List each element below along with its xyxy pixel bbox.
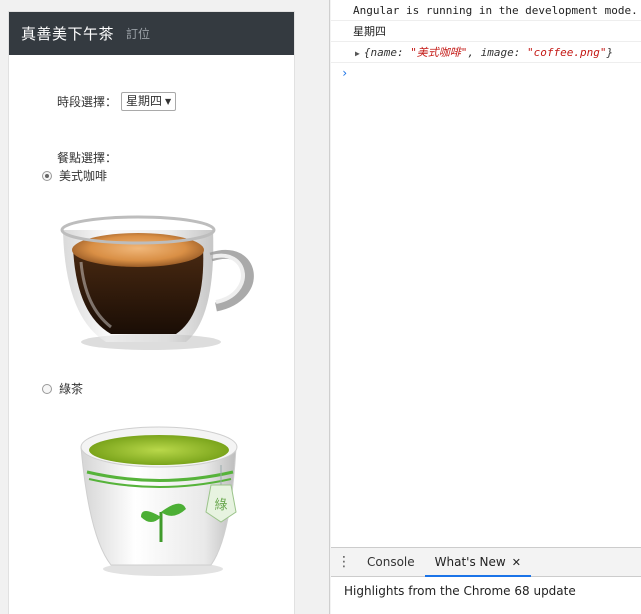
- drawer-highlights: Highlights from the Chrome 68 update: [331, 577, 641, 614]
- tab-console[interactable]: Console: [357, 548, 425, 577]
- time-slot-row: 時段選擇： 星期四 ▼: [57, 92, 177, 111]
- coffee-image: [51, 202, 256, 352]
- browser-viewport: 真善美下午茶 訂位 時段選擇： 星期四 ▼ 餐點選擇： 美式咖啡 綠茶 綠: [0, 0, 330, 614]
- green-tea-radio[interactable]: [42, 383, 52, 394]
- console-log-day: 星期四: [331, 21, 641, 42]
- tab-whats-new-label: What's New: [434, 554, 506, 569]
- devtools-drawer: ⋮ Console What's New ✕ Highlights from th…: [331, 547, 641, 614]
- svg-text:綠: 綠: [214, 498, 227, 513]
- green-tea-image: 綠: [71, 417, 256, 582]
- drawer-tab-bar: ⋮ Console What's New ✕: [331, 548, 641, 577]
- option-coffee[interactable]: 美式咖啡: [42, 167, 107, 184]
- green-tea-label: 綠茶: [59, 382, 84, 396]
- navbar: 真善美下午茶 訂位: [9, 12, 294, 55]
- nav-link-order[interactable]: 訂位: [126, 25, 150, 42]
- brand-title[interactable]: 真善美下午茶: [21, 23, 114, 44]
- console-prompt[interactable]: ›: [331, 63, 641, 83]
- option-green-tea[interactable]: 綠茶: [42, 380, 83, 397]
- coffee-label: 美式咖啡: [59, 169, 108, 183]
- time-slot-select[interactable]: 星期四 ▼: [121, 92, 177, 111]
- devtools-panel: Angular is running in the development mo…: [331, 0, 641, 614]
- console-log-angular: Angular is running in the development mo…: [331, 0, 641, 21]
- coffee-radio[interactable]: [42, 170, 52, 181]
- obj-close: }: [606, 46, 614, 59]
- app-window: 真善美下午茶 訂位 時段選擇： 星期四 ▼ 餐點選擇： 美式咖啡 綠茶 綠: [9, 12, 294, 614]
- time-slot-label: 時段選擇：: [57, 95, 118, 109]
- obj-mid: , image:: [467, 46, 528, 59]
- more-options-icon[interactable]: ⋮: [331, 554, 357, 570]
- obj-name-value: "美式咖啡": [410, 46, 468, 59]
- console-log-object[interactable]: ▶ {name: "美式咖啡", image: "coffee.png"}: [331, 42, 641, 63]
- tab-whats-new[interactable]: What's New ✕: [424, 548, 531, 577]
- close-icon[interactable]: ✕: [512, 556, 521, 569]
- time-slot-value: 星期四: [126, 94, 163, 108]
- expand-triangle-icon[interactable]: ▶: [355, 49, 360, 58]
- meal-label: 餐點選擇：: [57, 151, 118, 165]
- obj-image-value: "coffee.png": [527, 46, 607, 59]
- obj-open: {name:: [363, 46, 411, 59]
- chevron-down-icon: ▼: [165, 97, 172, 106]
